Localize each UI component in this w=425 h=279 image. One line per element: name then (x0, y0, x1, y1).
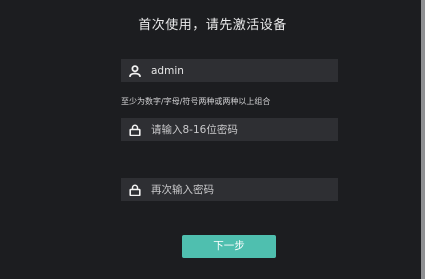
window-edge (421, 0, 425, 279)
lock-icon (129, 184, 141, 196)
user-icon (129, 64, 141, 77)
activation-page: 首次使用，请先激活设备 admin 至少为数字/字母/符号两种或两种以上组合 请… (0, 0, 425, 279)
lock-icon (129, 124, 141, 136)
password-input[interactable]: 请输入8-16位密码 (121, 118, 338, 141)
username-field[interactable]: admin (121, 59, 338, 82)
confirm-password-input[interactable]: 再次输入密码 (121, 178, 338, 201)
username-value: admin (151, 64, 184, 77)
password-placeholder: 请输入8-16位密码 (151, 123, 238, 136)
next-button[interactable]: 下一步 (182, 235, 276, 258)
password-hint: 至少为数字/字母/符号两种或两种以上组合 (121, 97, 271, 106)
page-title: 首次使用，请先激活设备 (138, 18, 287, 33)
confirm-password-placeholder: 再次输入密码 (151, 183, 214, 196)
